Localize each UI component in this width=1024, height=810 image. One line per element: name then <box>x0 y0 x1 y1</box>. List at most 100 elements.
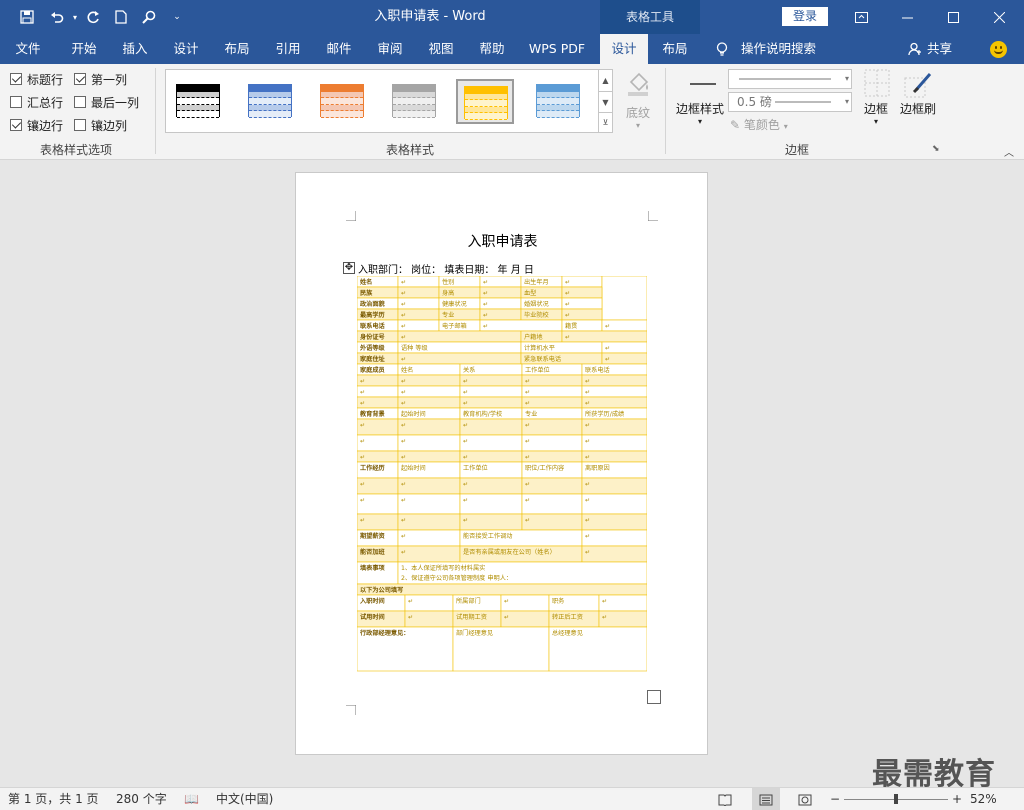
table-cell[interactable] <box>581 545 647 563</box>
table-cell[interactable] <box>397 450 461 463</box>
tab-mailings[interactable]: 邮件 <box>317 34 361 64</box>
table-cell[interactable] <box>521 477 583 495</box>
gallery-more-icon[interactable]: ⊻ <box>598 112 612 132</box>
tab-design[interactable]: 设计 <box>164 34 208 64</box>
redo-icon[interactable] <box>82 7 104 27</box>
table-cell[interactable] <box>521 493 583 515</box>
total-row-checkbox[interactable]: 汇总行 <box>10 93 63 111</box>
table-cell[interactable] <box>581 513 647 531</box>
minimize-icon[interactable] <box>884 0 930 34</box>
print-layout-icon[interactable] <box>752 788 780 810</box>
gallery-scroll-down-icon[interactable]: ▼ <box>598 91 612 112</box>
search-icon[interactable] <box>138 7 160 27</box>
table-cell[interactable] <box>459 450 523 463</box>
table-cell[interactable] <box>521 513 583 531</box>
table-cell[interactable] <box>459 434 523 452</box>
last-column-checkbox[interactable]: 最后一列 <box>74 93 139 111</box>
table-style-swatch-selected[interactable] <box>456 79 514 124</box>
table-cell[interactable] <box>397 529 461 547</box>
tab-wps-pdf[interactable]: WPS PDF <box>521 34 593 64</box>
table-cell[interactable] <box>397 396 461 409</box>
table-cell[interactable] <box>397 374 461 387</box>
table-cell[interactable] <box>397 545 461 563</box>
table-cell[interactable] <box>521 450 583 463</box>
customize-toolbar-icon[interactable]: ⌄ <box>166 7 188 27</box>
table-cell[interactable] <box>581 374 647 387</box>
login-button[interactable]: 登录 <box>782 7 828 26</box>
table-cell[interactable] <box>397 352 522 365</box>
banded-rows-checkbox[interactable]: 镶边行 <box>10 116 63 134</box>
tab-help[interactable]: 帮助 <box>470 34 514 64</box>
zoom-slider[interactable] <box>844 794 948 804</box>
header-row-checkbox[interactable]: 标题行 <box>10 70 63 88</box>
borders-button[interactable]: 边框 ▾ <box>856 68 896 126</box>
table-cell[interactable] <box>459 385 523 398</box>
table-cell[interactable] <box>581 493 647 515</box>
tell-me-search[interactable]: 操作说明搜索 <box>741 34 816 64</box>
table-cell[interactable] <box>459 418 523 436</box>
new-document-icon[interactable] <box>110 7 132 27</box>
tab-insert[interactable]: 插入 <box>113 34 157 64</box>
table-cell[interactable] <box>581 450 647 463</box>
table-cell[interactable] <box>581 434 647 452</box>
application-form-table[interactable]: 姓名 ↵ 性别 ↵ 出生年月 ↵ 民族 ↵ 身高 ↵ 血型 ↵ 政治面貌 ↵ 健康状况 ↵ 婚姻状况 ↵ 最高学历 ↵… <box>357 276 647 690</box>
tab-file[interactable]: 文件 <box>6 34 50 64</box>
table-cell[interactable] <box>397 418 461 436</box>
tab-home[interactable]: 开始 <box>62 34 106 64</box>
ribbon-display-options-icon[interactable] <box>838 0 884 34</box>
feedback-smiley-icon[interactable] <box>990 41 1007 58</box>
table-cell[interactable] <box>521 434 583 452</box>
table-cell[interactable] <box>397 493 461 515</box>
table-style-swatch[interactable] <box>530 79 588 124</box>
table-cell[interactable] <box>581 396 647 409</box>
pen-color-button[interactable]: ✎ 笔颜色 ▾ <box>730 116 800 133</box>
tab-table-layout[interactable]: 布局 <box>652 34 698 64</box>
photo-cell[interactable] <box>601 276 647 321</box>
table-style-swatch[interactable] <box>386 79 444 124</box>
tab-layout[interactable]: 布局 <box>215 34 259 64</box>
maximize-icon[interactable] <box>930 0 976 34</box>
table-cell[interactable] <box>581 385 647 398</box>
table-cell[interactable] <box>521 374 583 387</box>
shading-button[interactable]: 底纹 ▾ <box>618 68 658 130</box>
line-style-dropdown[interactable]: ▾ <box>728 69 852 89</box>
banded-columns-checkbox[interactable]: 镶边列 <box>74 116 127 134</box>
table-cell[interactable] <box>397 330 522 343</box>
table-cell[interactable] <box>459 477 523 495</box>
table-cell[interactable] <box>521 418 583 436</box>
table-cell[interactable] <box>521 385 583 398</box>
document-page[interactable]: 入职申请表 ✥ 入职部门： 岗位： 填表日期： 年 月 日 姓名 ↵ 性别 ↵ 出生年月… <box>295 172 708 755</box>
zoom-slider-thumb[interactable] <box>894 794 898 804</box>
language[interactable]: 中文(中国) <box>216 788 273 810</box>
table-cell[interactable] <box>521 396 583 409</box>
table-cell[interactable] <box>561 330 647 343</box>
border-painter-button[interactable]: 边框刷 <box>896 68 940 117</box>
zoom-in-icon[interactable]: + <box>952 788 962 810</box>
table-move-handle-icon[interactable]: ✥ <box>343 262 355 274</box>
table-cell[interactable] <box>459 374 523 387</box>
first-column-checkbox[interactable]: 第一列 <box>74 70 127 88</box>
web-layout-icon[interactable] <box>798 788 812 810</box>
border-styles-button[interactable]: 边框样式 ▾ <box>672 68 728 126</box>
table-cell[interactable] <box>397 434 461 452</box>
table-cell[interactable] <box>459 513 523 531</box>
table-cell[interactable] <box>479 319 563 332</box>
save-icon[interactable] <box>16 7 38 27</box>
tab-references[interactable]: 引用 <box>266 34 310 64</box>
read-mode-icon[interactable] <box>718 788 732 810</box>
proofing-icon[interactable]: 📖 <box>184 788 199 810</box>
tab-table-design[interactable]: 设计 <box>600 34 648 64</box>
zoom-out-icon[interactable]: − <box>830 788 840 810</box>
table-cell[interactable] <box>581 418 647 436</box>
table-style-swatch[interactable] <box>170 79 228 124</box>
table-cell[interactable] <box>397 513 461 531</box>
table-cell[interactable] <box>459 396 523 409</box>
tab-view[interactable]: 视图 <box>419 34 463 64</box>
table-cell[interactable] <box>581 477 647 495</box>
close-icon[interactable] <box>976 0 1022 34</box>
page-count[interactable]: 第 1 页，共 1 页 <box>8 788 99 810</box>
share-button[interactable]: 共享 <box>927 34 952 64</box>
gallery-scroll-up-icon[interactable]: ▲ <box>598 70 612 91</box>
word-count[interactable]: 280 个字 <box>116 788 167 810</box>
line-weight-dropdown[interactable]: 0.5 磅 ▾ <box>728 92 852 112</box>
